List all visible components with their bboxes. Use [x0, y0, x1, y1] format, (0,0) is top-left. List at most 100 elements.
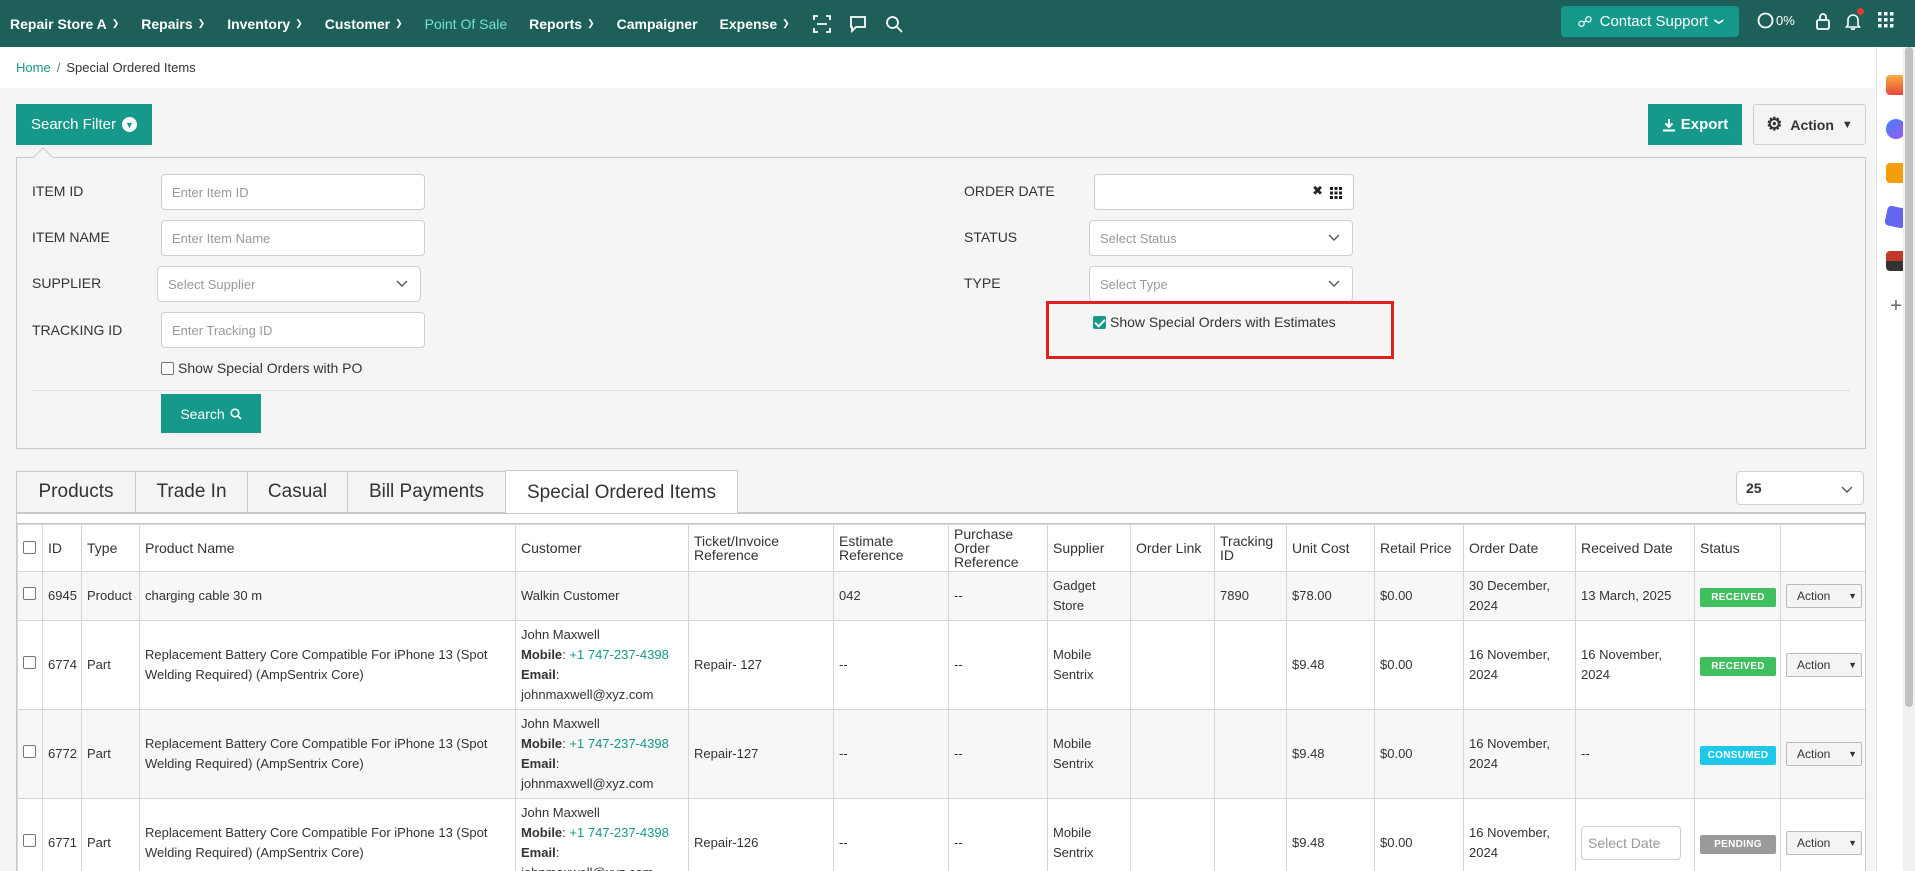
- tab-trade-in[interactable]: Trade In: [135, 471, 248, 513]
- select-all-checkbox[interactable]: [23, 540, 36, 554]
- scan-icon[interactable]: [812, 14, 832, 34]
- col-customer[interactable]: Customer: [515, 524, 689, 572]
- nav-campaigner[interactable]: Campaigner: [617, 16, 698, 32]
- show-po-label: Show Special Orders with PO: [178, 360, 363, 376]
- tab-bill-payments[interactable]: Bill Payments: [347, 471, 506, 513]
- col-ticket-reference[interactable]: Ticket/Invoice Reference: [688, 524, 834, 572]
- row-checkbox[interactable]: [23, 834, 36, 847]
- row-checkbox[interactable]: [23, 587, 36, 600]
- cell-action: Action ▼: [1780, 709, 1865, 799]
- search-button[interactable]: Search: [161, 394, 261, 433]
- col-received-date[interactable]: Received Date: [1575, 524, 1695, 572]
- show-po-checkbox[interactable]: [161, 361, 174, 375]
- clear-icon[interactable]: ✖: [1312, 183, 1323, 199]
- row-action-button[interactable]: Action ▼: [1786, 742, 1862, 766]
- nav-reports[interactable]: Reports ❯: [529, 16, 594, 32]
- breadcrumb: Home / Special Ordered Items: [0, 47, 1876, 88]
- status-label: STATUS: [964, 229, 1018, 245]
- col-id[interactable]: ID: [42, 524, 82, 572]
- received-date-input[interactable]: Select Date: [1581, 826, 1681, 860]
- cell-ticket[interactable]: Repair-127: [688, 709, 834, 799]
- chat-icon[interactable]: [848, 14, 868, 34]
- email-label: Email: [521, 667, 556, 682]
- col-order-date[interactable]: Order Date: [1463, 524, 1576, 572]
- mobile-link[interactable]: +1 747-237-4398: [569, 647, 668, 662]
- nav-inventory[interactable]: Inventory ❯: [227, 16, 303, 32]
- action-dropdown-button[interactable]: ⚙ Action ▼: [1753, 104, 1866, 145]
- calendar-grid-icon[interactable]: [1330, 187, 1342, 199]
- cell-order-link: [1130, 571, 1215, 621]
- nav-point-of-sale[interactable]: Point Of Sale: [425, 16, 508, 32]
- chevron-down-icon: ❯: [295, 18, 303, 28]
- col-supplier[interactable]: Supplier: [1047, 524, 1131, 572]
- status-select[interactable]: Select Status: [1089, 220, 1353, 256]
- table-row[interactable]: 6774 Part Replacement Battery Core Compa…: [17, 620, 1865, 710]
- order-date-label: ORDER DATE: [964, 183, 1055, 199]
- col-tracking-id[interactable]: Tracking ID: [1214, 524, 1287, 572]
- highlight-annotation-box: [1046, 301, 1394, 359]
- chevron-down-icon: [1328, 280, 1340, 287]
- item-id-input[interactable]: Enter Item ID: [161, 174, 425, 210]
- mobile-link[interactable]: +1 747-237-4398: [569, 736, 668, 751]
- contact-support-button[interactable]: ☍ Contact Support ❯: [1561, 6, 1739, 37]
- nav-customer[interactable]: Customer ❯: [325, 16, 403, 32]
- show-po-checkbox-row[interactable]: Show Special Orders with PO: [161, 360, 362, 376]
- row-checkbox[interactable]: [23, 745, 36, 758]
- page-size-value: 25: [1746, 480, 1762, 496]
- row-action-button[interactable]: Action ▼: [1786, 831, 1862, 855]
- apps-grid-icon[interactable]: [1878, 12, 1894, 28]
- export-button[interactable]: Export: [1648, 104, 1742, 145]
- cell-ticket: [688, 571, 834, 621]
- cell-tracking: [1214, 709, 1287, 799]
- col-estimate-reference[interactable]: Estimate Reference: [833, 524, 949, 572]
- search-filter-button[interactable]: Search Filter ▼: [16, 104, 152, 145]
- cell-estimate: --: [833, 798, 949, 871]
- store-selector[interactable]: Repair Store A ❯: [10, 16, 119, 32]
- row-action-label: Action: [1797, 589, 1831, 603]
- tab-special-ordered-items[interactable]: Special Ordered Items: [505, 470, 738, 514]
- page-scrollbar[interactable]: [1903, 47, 1915, 871]
- cell-ticket[interactable]: Repair-126: [688, 798, 834, 871]
- tab-products[interactable]: Products: [16, 471, 136, 513]
- progress-indicator[interactable]: 0%: [1757, 12, 1795, 29]
- notification-bell-icon[interactable]: [1845, 8, 1864, 30]
- col-type[interactable]: Type: [81, 524, 140, 572]
- mobile-link[interactable]: +1 747-237-4398: [569, 825, 668, 840]
- nav-repairs[interactable]: Repairs ❯: [141, 16, 205, 32]
- col-order-link[interactable]: Order Link: [1130, 524, 1215, 572]
- tracking-id-input[interactable]: Enter Tracking ID: [161, 312, 425, 348]
- tab-casual[interactable]: Casual: [247, 471, 348, 513]
- row-action-button[interactable]: Action ▼: [1786, 653, 1862, 677]
- col-unit-cost[interactable]: Unit Cost: [1286, 524, 1375, 572]
- customer-email-value: johnmaxwell@xyz.com: [521, 776, 654, 791]
- col-po-reference[interactable]: Purchase Order Reference: [948, 524, 1048, 572]
- status-badge: RECEIVED: [1700, 587, 1776, 607]
- search-icon[interactable]: [884, 14, 904, 34]
- cell-estimate[interactable]: 042: [833, 571, 949, 621]
- cell-ticket[interactable]: Repair- 127: [688, 620, 834, 710]
- supplier-select[interactable]: Select Supplier: [157, 266, 421, 302]
- item-name-input[interactable]: Enter Item Name: [161, 220, 425, 256]
- col-status[interactable]: Status: [1694, 524, 1781, 572]
- row-select-cell: [17, 620, 43, 710]
- mobile-label: Mobile: [521, 647, 563, 662]
- cell-id: 6774: [42, 620, 82, 710]
- table-row[interactable]: 6771 Part Replacement Battery Core Compa…: [17, 798, 1865, 871]
- order-date-input[interactable]: ✖: [1094, 174, 1354, 210]
- row-action-button[interactable]: Action ▼: [1786, 584, 1862, 608]
- col-retail-price[interactable]: Retail Price: [1374, 524, 1464, 572]
- type-select[interactable]: Select Type: [1089, 266, 1353, 302]
- table-row[interactable]: 6772 Part Replacement Battery Core Compa…: [17, 709, 1865, 799]
- status-badge: PENDING: [1700, 834, 1776, 854]
- col-product-name[interactable]: Product Name: [139, 524, 516, 572]
- breadcrumb-home-link[interactable]: Home: [16, 60, 51, 75]
- progress-ring-icon: [1757, 12, 1774, 29]
- scrollbar-thumb[interactable]: [1905, 47, 1913, 707]
- cell-order-link: [1130, 798, 1215, 871]
- page-size-select[interactable]: 25: [1736, 471, 1864, 505]
- table-row[interactable]: 6945 Product charging cable 30 m Walkin …: [17, 571, 1865, 621]
- lock-icon[interactable]: [1815, 12, 1831, 30]
- row-checkbox[interactable]: [23, 656, 36, 669]
- nav-expense[interactable]: Expense ❯: [720, 16, 790, 32]
- headset-icon: ☍: [1577, 13, 1593, 31]
